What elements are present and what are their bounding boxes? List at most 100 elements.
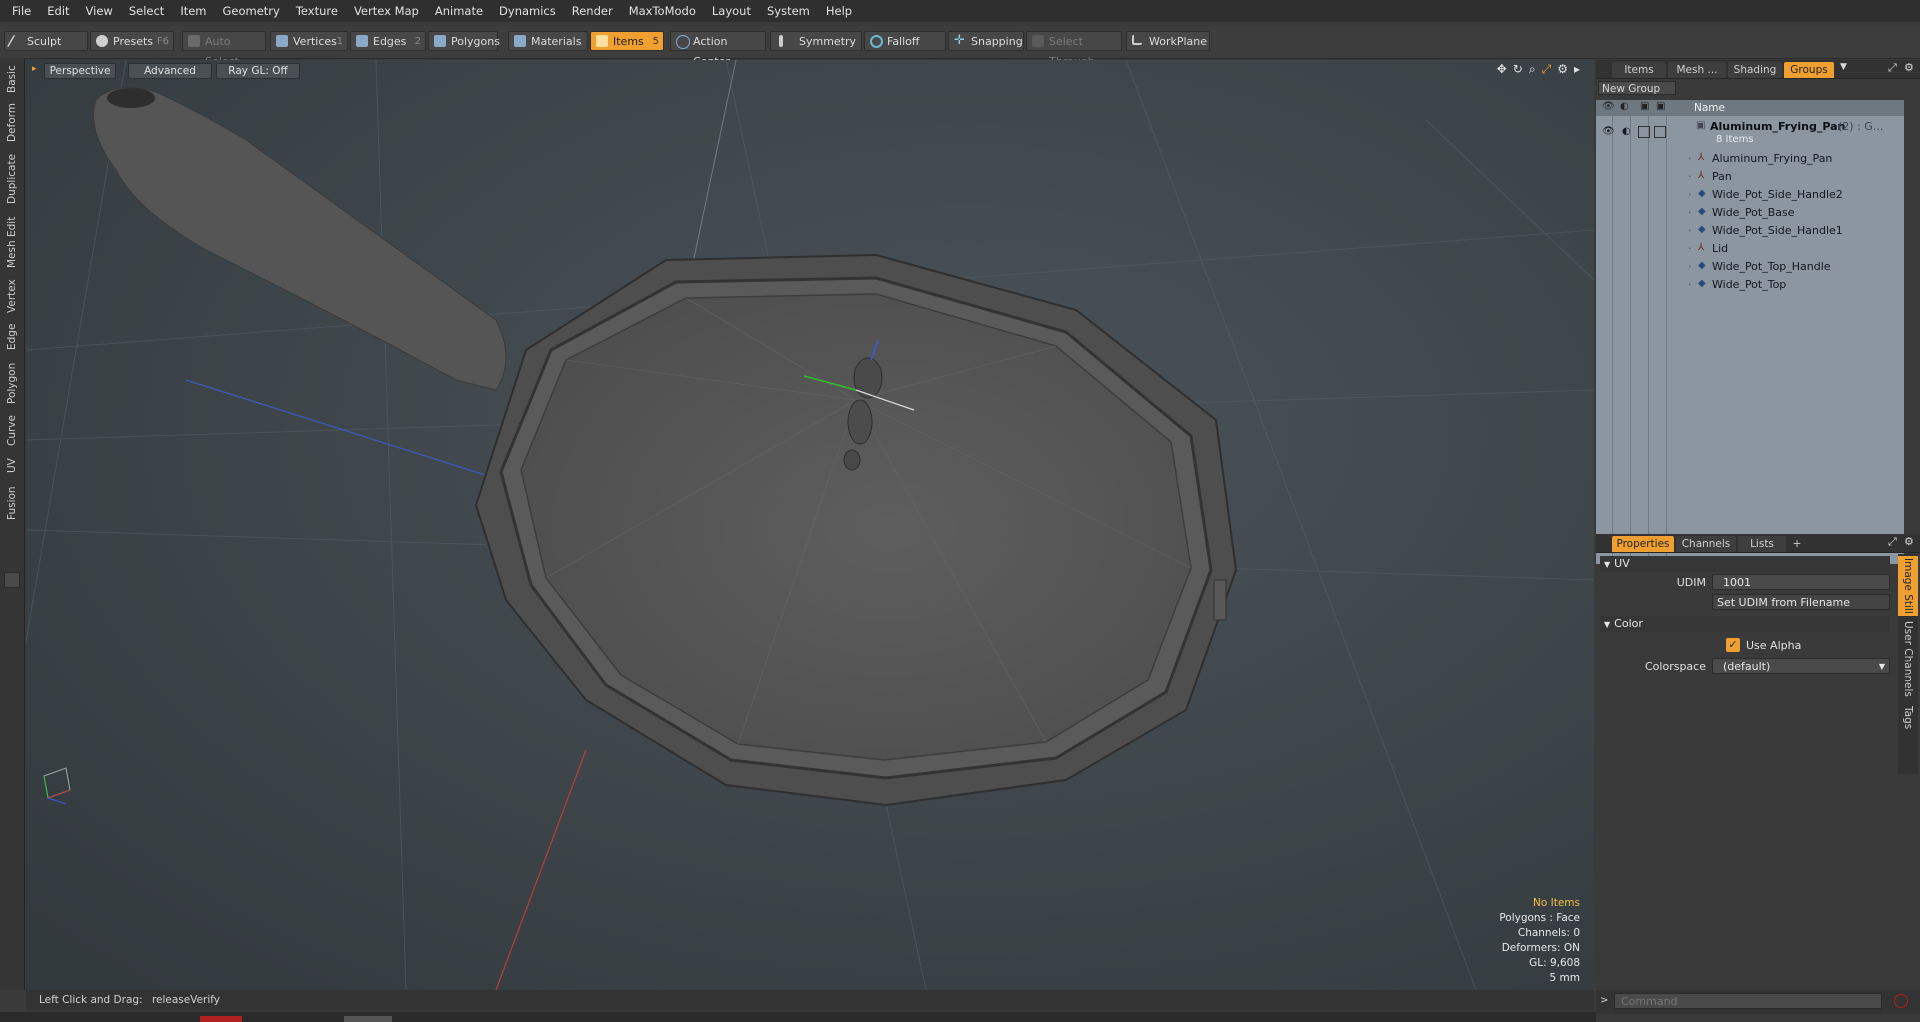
properties-maximize-icon[interactable]: ⤢ [1888,535,1897,549]
action-center-button[interactable]: Action Center [670,31,766,68]
menu-select[interactable]: Select [121,0,172,22]
tree-child-row[interactable]: · ⅄ Pan [1596,168,1904,186]
visibility-eye-icon[interactable]: 👁 [1602,126,1615,137]
tab-polygon[interactable]: Polygon [0,358,24,408]
auto-select-button[interactable]: Auto Select [182,31,266,68]
uv-section-header[interactable]: ▼ UV [1600,556,1890,572]
tree-child-row[interactable]: · ⅄ Aluminum_Frying_Pan [1596,150,1904,168]
set-udim-button[interactable]: Set UDIM from Filename [1712,594,1890,610]
presets-button[interactable]: Presets F6 [90,31,174,51]
raygl-button[interactable]: Ray GL: Off [216,63,300,79]
materials-label: Materials [531,35,582,48]
workplane-button[interactable]: WorkPlane [1126,31,1210,51]
tab-channels[interactable]: Channels [1676,536,1736,552]
mesh-icon: ◆ [1698,260,1706,271]
record-icon[interactable] [1894,994,1908,1008]
lock-checkbox[interactable] [1638,126,1650,138]
select-checkbox[interactable] [1654,126,1666,138]
command-input[interactable] [1614,993,1882,1009]
sculpt-button[interactable]: Sculpt [4,31,88,51]
menu-texture[interactable]: Texture [288,0,346,22]
vertices-button[interactable]: Vertices 1 [270,31,348,51]
tab-uv[interactable]: UV [0,454,24,478]
shading-mode-button[interactable]: Advanced [128,63,212,79]
tab-items[interactable]: Items [1612,62,1666,78]
menu-geometry[interactable]: Geometry [215,0,288,22]
polygons-button[interactable]: Polygons [428,31,500,51]
pan-view-icon[interactable]: ✥ [1497,62,1507,77]
tree-branch: · [1688,206,1692,219]
new-group-button[interactable]: New Group [1598,81,1676,95]
tab-properties[interactable]: Properties [1612,536,1674,552]
rotate-view-icon[interactable]: ↻ [1513,62,1523,77]
tab-shading[interactable]: Shading [1728,62,1782,78]
tab-dropdown-icon[interactable]: ▼ [1840,62,1847,72]
tab-image-still[interactable]: Image Still [1898,556,1918,616]
3d-viewport[interactable] [26,60,1594,990]
tab-groups[interactable]: Groups [1784,62,1834,78]
group-suffix: (2) : G... [1838,120,1884,133]
tab-fusion[interactable]: Fusion [0,482,24,524]
tree-child-row[interactable]: · ◆ Wide_Pot_Side_Handle1 [1596,222,1904,240]
tab-toggle-icon[interactable] [4,572,20,588]
colorspace-label: Colorspace [1645,660,1706,673]
tab-edge[interactable]: Edge [0,320,24,354]
render-toggle-icon[interactable]: ◐ [1622,126,1631,137]
tab-lists[interactable]: Lists [1738,536,1786,552]
tree-child-row[interactable]: · ◆ Wide_Pot_Side_Handle2 [1596,186,1904,204]
zoom-view-icon[interactable]: ⌕ [1529,62,1536,77]
tab-tags[interactable]: Tags [1898,702,1918,734]
menu-dynamics[interactable]: Dynamics [491,0,564,22]
menu-system[interactable]: System [759,0,818,22]
name-column-header: Name [1694,102,1725,114]
view-mode-button[interactable]: Perspective [44,63,116,79]
chevron-down-icon: ▼ [1878,662,1885,671]
tab-duplicate[interactable]: Duplicate [0,150,24,208]
colorspace-dropdown[interactable]: (default) ▼ [1712,658,1890,674]
tree-child-row[interactable]: · ◆ Wide_Pot_Top_Handle [1596,258,1904,276]
menu-maxtomodo[interactable]: MaxToModo [621,0,704,22]
menu-file[interactable]: File [0,0,39,22]
status-hint-label: Left Click and Drag: [39,994,143,1006]
properties-gear-icon[interactable]: ⚙ [1904,535,1914,548]
tab-mesh-edit[interactable]: Mesh Edit [0,214,24,270]
menu-view[interactable]: View [78,0,121,22]
group-row[interactable]: 👁 ◐ ▣ Aluminum_Frying_Pan (2) : G... 8 I… [1596,118,1904,148]
materials-button[interactable]: Materials [508,31,588,51]
menu-render[interactable]: Render [564,0,621,22]
fit-view-icon[interactable]: ⤢ [1542,62,1552,77]
menu-edit[interactable]: Edit [39,0,77,22]
maximize-icon[interactable]: ⤢ [1888,61,1897,75]
tab-basic[interactable]: Basic [0,62,24,96]
tree-child-row[interactable]: · ◆ Wide_Pot_Top [1596,276,1904,294]
viewport-menu-icon[interactable]: ▸ [32,64,37,74]
menu-animate[interactable]: Animate [427,0,491,22]
tree-child-name: Wide_Pot_Side_Handle2 [1712,188,1843,201]
add-tab-button[interactable]: + [1788,536,1806,552]
use-alpha-checkbox[interactable]: ✓ [1726,638,1740,652]
edges-button[interactable]: Edges 2 [350,31,426,51]
settings-gear-icon[interactable]: ⚙ [1557,62,1568,77]
snapping-button[interactable]: ✛ Snapping [948,31,1024,51]
tree-child-row[interactable]: · ◆ Wide_Pot_Base [1596,204,1904,222]
menu-help[interactable]: Help [818,0,860,22]
tab-deform[interactable]: Deform [0,100,24,144]
select-through-button[interactable]: Select Through [1026,31,1122,68]
items-button[interactable]: Items 5 [590,31,664,51]
falloff-button[interactable]: Falloff [864,31,946,51]
tree-child-row[interactable]: · ⅄ Lid [1596,240,1904,258]
menu-vertex-map[interactable]: Vertex Map [346,0,427,22]
tree-branch: · [1688,260,1692,273]
tab-vertex[interactable]: Vertex [0,276,24,316]
tab-user-channels[interactable]: User Channels [1898,620,1918,698]
timeline-marker [344,1016,392,1022]
udim-field[interactable]: 1001 [1712,574,1890,590]
panel-gear-icon[interactable]: ⚙ [1904,61,1914,74]
symmetry-button[interactable]: Symmetry [770,31,862,51]
expand-arrow-icon[interactable]: ▸ [1574,62,1580,77]
menu-layout[interactable]: Layout [704,0,759,22]
color-section-header[interactable]: ▼ Color [1600,616,1890,632]
tab-mesh[interactable]: Mesh ... [1668,62,1726,78]
menu-item[interactable]: Item [172,0,214,22]
tab-curve[interactable]: Curve [0,412,24,450]
